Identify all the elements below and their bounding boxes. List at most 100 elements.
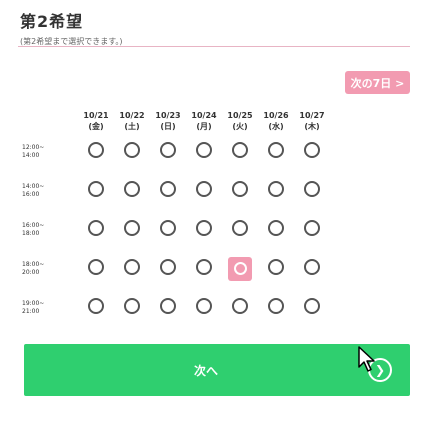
time-text: 18:00	[22, 229, 40, 237]
grid-body: 12:00~ 14:00 14:00~ 16:00 16:00~ 18:00 18:00~ 2…	[20, 132, 330, 327]
time-slot[interactable]	[294, 288, 330, 327]
selected-slot-icon	[228, 256, 252, 281]
corner-cell	[20, 110, 78, 132]
weekday-label: (月)	[196, 122, 212, 131]
available-circle-icon	[88, 258, 104, 275]
time-slot[interactable]	[294, 210, 330, 249]
time-text: 19:00~	[22, 299, 45, 307]
time-slot[interactable]	[258, 171, 294, 210]
available-circle-icon	[88, 141, 104, 158]
time-text: 16:00	[22, 190, 40, 198]
available-circle-icon	[304, 219, 320, 236]
weekday-label: (日)	[160, 122, 176, 131]
available-circle-icon	[88, 219, 104, 236]
time-slot[interactable]	[222, 210, 258, 249]
time-slot[interactable]	[258, 210, 294, 249]
date-label: 10/26	[263, 111, 289, 120]
available-circle-icon	[304, 258, 320, 275]
date-label: 10/27	[299, 111, 325, 120]
time-slot[interactable]	[186, 288, 222, 327]
time-slot[interactable]	[150, 288, 186, 327]
available-circle-icon	[304, 297, 320, 314]
time-text: 12:00~	[22, 143, 45, 151]
time-text: 21:00	[22, 307, 40, 315]
available-circle-icon	[88, 180, 104, 197]
time-slot[interactable]	[78, 249, 114, 288]
date-header: 10/22 (土)	[114, 110, 150, 132]
time-slot[interactable]	[222, 288, 258, 327]
time-slot[interactable]	[186, 132, 222, 171]
time-slot[interactable]	[114, 249, 150, 288]
time-slot[interactable]	[222, 171, 258, 210]
available-circle-icon	[268, 258, 284, 275]
available-circle-icon	[196, 219, 212, 236]
available-circle-icon	[268, 141, 284, 158]
date-label: 10/24	[191, 111, 217, 120]
time-slot[interactable]	[114, 210, 150, 249]
available-circle-icon	[124, 141, 140, 158]
time-label: 14:00~ 16:00	[20, 171, 78, 210]
date-header: 10/24 (月)	[186, 110, 222, 132]
time-slot[interactable]	[258, 132, 294, 171]
time-slot[interactable]	[78, 288, 114, 327]
weekday-label: (水)	[268, 122, 284, 131]
time-text: 14:00~	[22, 182, 45, 190]
weekday-label: (火)	[232, 122, 248, 131]
time-slot[interactable]	[294, 132, 330, 171]
available-circle-icon	[232, 141, 248, 158]
available-circle-icon	[232, 219, 248, 236]
date-label: 10/23	[155, 111, 181, 120]
date-label: 10/22	[119, 111, 145, 120]
time-slot[interactable]	[78, 210, 114, 249]
time-label: 18:00~ 20:00	[20, 249, 78, 288]
available-circle-icon	[304, 180, 320, 197]
time-slot[interactable]	[186, 171, 222, 210]
next-step-button[interactable]: 次へ ❯	[24, 344, 410, 396]
available-circle-icon	[232, 297, 248, 314]
time-slot[interactable]	[114, 171, 150, 210]
time-row: 16:00~ 18:00	[20, 210, 330, 249]
weekday-label: (土)	[124, 122, 140, 131]
time-row: 18:00~ 20:00	[20, 249, 330, 288]
time-text: 14:00	[22, 151, 40, 159]
time-row: 12:00~ 14:00	[20, 132, 330, 171]
schedule-grid: 10/21 (金) 10/22 (土) 10/23 (日) 10/24 (月) 10/25 (火)…	[20, 110, 415, 327]
schedule-table: 10/21 (金) 10/22 (土) 10/23 (日) 10/24 (月) 10/25 (火)…	[20, 110, 330, 327]
available-circle-icon	[196, 141, 212, 158]
available-circle-icon	[196, 180, 212, 197]
time-slot[interactable]	[222, 132, 258, 171]
time-label: 16:00~ 18:00	[20, 210, 78, 249]
date-header-row: 10/21 (金) 10/22 (土) 10/23 (日) 10/24 (月) 10/25 (火)…	[20, 110, 330, 132]
time-slot[interactable]	[294, 171, 330, 210]
time-slot[interactable]	[294, 249, 330, 288]
date-header: 10/25 (火)	[222, 110, 258, 132]
header: 第2希望 (第2希望まで選択できます。)	[20, 8, 410, 47]
available-circle-icon	[160, 141, 176, 158]
time-slot[interactable]	[150, 132, 186, 171]
next-week-button[interactable]: 次の7日 >	[345, 71, 410, 94]
date-label: 10/21	[83, 111, 109, 120]
available-circle-icon	[196, 258, 212, 275]
pointer-cursor-icon	[358, 346, 375, 372]
time-slot[interactable]	[150, 171, 186, 210]
time-slot[interactable]	[186, 249, 222, 288]
available-circle-icon	[160, 297, 176, 314]
time-slot[interactable]	[258, 249, 294, 288]
time-slot[interactable]	[78, 171, 114, 210]
time-slot[interactable]	[186, 210, 222, 249]
divider	[18, 46, 410, 47]
time-slot[interactable]	[114, 288, 150, 327]
time-slot[interactable]	[150, 249, 186, 288]
available-circle-icon	[124, 219, 140, 236]
time-slot[interactable]	[150, 210, 186, 249]
time-row: 19:00~ 21:00	[20, 288, 330, 327]
time-slot[interactable]	[222, 249, 258, 288]
time-slot[interactable]	[258, 288, 294, 327]
time-slot[interactable]	[78, 132, 114, 171]
page-title: 第2希望	[20, 12, 84, 31]
available-circle-icon	[160, 219, 176, 236]
available-circle-icon	[268, 219, 284, 236]
available-circle-icon	[160, 258, 176, 275]
time-slot[interactable]	[114, 132, 150, 171]
time-text: 18:00~	[22, 260, 45, 268]
